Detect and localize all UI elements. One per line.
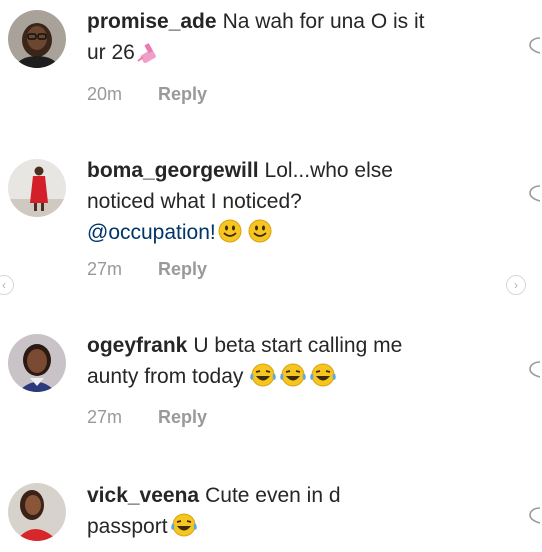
comment-username[interactable]: vick_veena [87,484,199,507]
mention-link[interactable]: @occupation! [87,221,216,244]
tears-of-joy-emoji-icon [279,363,307,396]
comment-text: ogeyfrank U beta start calling me aunty f… [87,330,507,396]
nail-polish-icon [137,41,159,72]
comment-text: vick_veena Cute even in d passport [87,480,507,546]
comment-username[interactable]: boma_georgewill [87,159,259,182]
comment-meta: 20m Reply [87,84,207,105]
comment-time: 27m [87,407,123,427]
avatar[interactable] [8,10,66,68]
tears-of-joy-emoji-icon [170,513,198,546]
reply-button[interactable]: Reply [158,259,207,279]
reply-button[interactable]: Reply [158,407,207,427]
comment-text-line1: Na wah for una O is it [222,10,425,33]
comment-meta: 27m Reply [87,407,207,428]
avatar[interactable] [8,334,66,392]
heart-icon[interactable] [528,184,541,202]
comment-meta: 27m Reply [87,259,207,280]
comment-text-line1: U beta start calling me [193,334,403,357]
heart-icon[interactable] [528,506,541,524]
comment-time: 27m [87,259,123,279]
comment-text-line1: Lol...who else [264,159,393,182]
avatar[interactable] [8,483,66,541]
comment-text: boma_georgewill Lol...who else noticed wh… [87,155,507,252]
comment-username[interactable]: promise_ade [87,10,217,33]
comment-text-line2: ur 26 [87,41,135,64]
comment-text-line2: aunty from today [87,365,244,388]
comment-username[interactable]: ogeyfrank [87,334,187,357]
avatar[interactable] [8,159,66,217]
heart-icon[interactable] [528,36,541,54]
comment-text-line2: noticed what I noticed? [87,190,302,213]
reply-button[interactable]: Reply [158,84,207,104]
comment-text-line1: Cute even in d [205,484,341,507]
chevron-right-icon[interactable]: › [506,275,526,295]
smiley-emoji-icon [218,219,242,252]
heart-icon[interactable] [528,360,541,378]
comment-text: promise_ade Na wah for una O is it ur 26 [87,6,507,72]
smiley-emoji-icon [248,219,272,252]
tears-of-joy-emoji-icon [249,363,277,396]
comment-time: 20m [87,84,123,104]
tears-of-joy-emoji-icon [309,363,337,396]
comment-text-line2: passport [87,515,168,538]
chevron-left-icon[interactable]: ‹ [0,275,14,295]
